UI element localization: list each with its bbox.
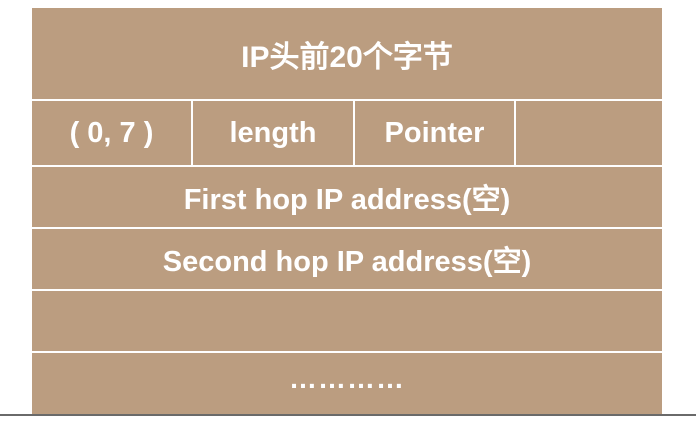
ellipsis-row: ………… — [32, 352, 662, 414]
second-hop-row: Second hop IP address(空) — [32, 228, 662, 290]
option-length-cell: length — [193, 100, 355, 166]
header-title: IP头前20个字节 — [241, 41, 453, 74]
first-hop-row: First hop IP address(空) — [32, 166, 662, 228]
page-baseline — [0, 414, 696, 416]
ellipsis-label: ………… — [289, 363, 405, 394]
option-pointer-label: Pointer — [384, 116, 485, 149]
empty-row — [32, 290, 662, 352]
second-hop-label: Second hop IP address(空) — [162, 246, 532, 278]
header-row: IP头前20个字节 — [32, 8, 662, 100]
ip-header-diagram: IP头前20个字节 ( 0, 7 ) length Pointer First … — [32, 8, 662, 414]
option-type-cell: ( 0, 7 ) — [32, 100, 193, 166]
first-hop-label: First hop IP address(空) — [183, 184, 511, 216]
option-empty-cell — [516, 100, 662, 166]
option-pointer-cell: Pointer — [355, 100, 516, 166]
option-type-label: ( 0, 7 ) — [69, 116, 154, 149]
option-row: ( 0, 7 ) length Pointer — [32, 100, 662, 166]
option-length-label: length — [229, 116, 317, 149]
